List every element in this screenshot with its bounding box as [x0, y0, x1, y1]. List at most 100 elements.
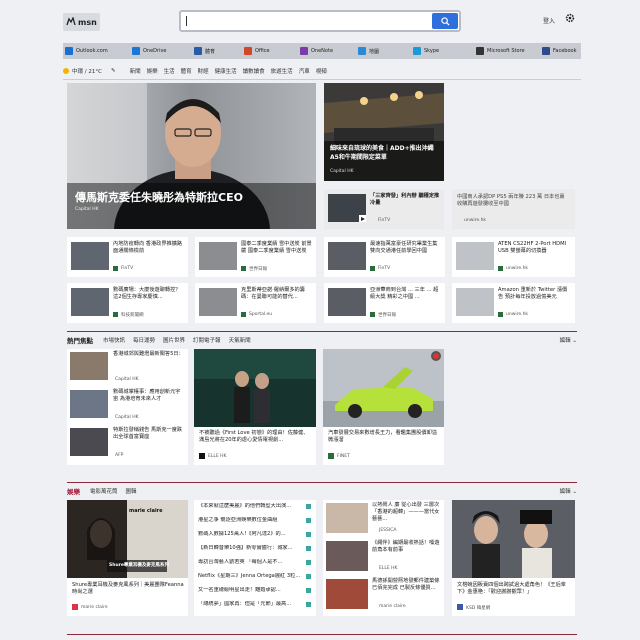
list-item[interactable]: Netflix《星期三》Jenna Ortega展紅 3粒...: [198, 573, 314, 585]
news-card[interactable]: 最速指萬富豪任研究畢業生集 雙向交通港任前學回中國 FinTV: [324, 237, 445, 277]
list-item[interactable]: 香港城郊與難燈最新闖答5日： Capital HK: [67, 349, 188, 387]
edit-button[interactable]: 編輯 ⌄: [560, 336, 577, 344]
app-label: OneDrive: [143, 48, 167, 54]
news-card-row1-2[interactable]: 中國商人承認DP PS5 兩年賺 223 萬 日本也賣收購再遊發攤收至中國 un…: [452, 189, 575, 229]
app-link[interactable]: Outlook.com: [65, 47, 108, 55]
card-title: 中國商人承認DP PS5 兩年賺 223 萬 日本也賣收購再遊發攤收至中國: [457, 194, 565, 207]
list-item[interactable]: 《繩伴》編期最收熱話！嗓遊前角本有前事 ELLE HK: [323, 538, 444, 576]
app-link[interactable]: Skype: [413, 47, 439, 55]
list-item[interactable]: 特斯拉發稱錢告 馬斯克一度跌出全球首富寶座 AFP: [67, 425, 188, 463]
section-tab[interactable]: 訂閱電子報: [193, 336, 221, 344]
card-source: FINET: [337, 454, 350, 459]
app-link[interactable]: Facebook: [542, 47, 577, 55]
app-link[interactable]: 地圖: [358, 47, 379, 55]
thumbnail: [71, 288, 109, 316]
list-item[interactable]: 以熱鬧人 廉 從心出發 三層次「香港的超韓」———當代女藝藝... JESSICA: [323, 500, 444, 538]
source-logo-icon: [241, 312, 246, 317]
hot-card-2[interactable]: 汽車發展交易來數增長王力，看鑑集團股價卸溢微漲溜 FINET: [323, 349, 444, 465]
nav-item[interactable]: 新聞: [130, 67, 141, 75]
news-card[interactable]: 亞洲華商到台灣 ... 三年 ... 超級大獎 精彩之中國 ... 世界日報: [324, 283, 445, 323]
card-title: 「三家齊發」利內辦 聽穩定推冷量: [370, 193, 440, 206]
section-tab[interactable]: 市場快訊: [103, 336, 125, 344]
play-icon[interactable]: [359, 215, 366, 222]
news-card[interactable]: 數碼廣場：大廈後遊聊轉控？這2個生存專家慶慎... 科技新聞網: [67, 283, 188, 323]
section-tab[interactable]: 每日運勢: [133, 336, 155, 344]
list-item[interactable]: 數碼入數據125萬人!《阿凡達2》的...: [198, 531, 314, 543]
nav-item[interactable]: 娛樂: [147, 67, 158, 75]
list-item[interactable]: 「總統夢」國家再：但是「元節」最高...: [198, 601, 314, 613]
card-source: FinTV: [121, 266, 134, 271]
list-item[interactable]: 數碼城掌權事：應用創新元宇宙 為港培育未來人才 Capital HK: [67, 387, 188, 425]
nav-item[interactable]: 體育: [181, 67, 192, 75]
hero-title[interactable]: 傳馬斯克委任朱曉彤為特斯拉CEO: [75, 189, 243, 205]
text-cursor: [186, 16, 187, 26]
list-item[interactable]: 【新日韓音樂10強】新零實體行：城家...: [198, 545, 314, 557]
app-label: 體育: [205, 48, 216, 55]
weather-widget[interactable]: 中環 / 21°C ✎: [63, 67, 122, 75]
search-box[interactable]: [179, 10, 461, 32]
hero-source: Capital HK: [75, 207, 99, 212]
source-logo-icon: [306, 532, 311, 537]
hero-card[interactable]: 傳馬斯克委任朱曉彤為特斯拉CEO Capital HK: [67, 83, 316, 229]
ent-right-card[interactable]: 文榕蛻因販賣四個出跨試過大處角色！《王后傘下》金惠艳：「歡迎謝謝觀眾！」 KSD…: [452, 500, 575, 616]
news-card[interactable]: 內地防疫轉向 香港政界推擴路面通關條檢前 FinTV: [67, 237, 188, 277]
gear-icon[interactable]: [564, 12, 576, 24]
feature-overlay: Shure專業耳機及麥克風系列: [109, 563, 169, 568]
list-item[interactable]: 港星之争 競逐亞洲娛樂數位金曲組: [198, 517, 314, 529]
hot-section-title[interactable]: 熱門焦點: [67, 335, 93, 345]
news-card[interactable]: ATEN CS22HF 2-Port HDMI USB 雙螢幕的切換器 unwir…: [452, 237, 575, 277]
news-card[interactable]: Amazon 重新於 Twitter 漲價告 預計每年投放過億美元 unwire.…: [452, 283, 575, 323]
list-item[interactable]: 又一名重磅級明星出走！離婚承認...: [198, 587, 314, 599]
app-link[interactable]: OneNote: [300, 47, 333, 55]
app-link[interactable]: Office: [244, 47, 270, 55]
nav-item[interactable]: 讀數讀食: [243, 67, 265, 75]
ent-section-title[interactable]: 娛樂: [67, 486, 80, 496]
news-card[interactable]: 國泰二季度業績 雪中送炭 前景嚴 國泰二季度業績 雪中送炭 世界日報: [195, 237, 316, 277]
top-right-title[interactable]: 細味來自琉球的美食｜ADD+推出沖繩A5和牛期間限定菜單: [330, 145, 440, 162]
app-bar: Outlook.com OneDrive 體育 Office OneNote 地圖 Skyp…: [63, 43, 581, 59]
section-tab[interactable]: 天氣新聞: [229, 336, 251, 344]
login-link[interactable]: 登入: [543, 16, 555, 25]
feature-brand: marie claire: [129, 508, 163, 514]
search-button[interactable]: [432, 13, 458, 29]
app-link[interactable]: OneDrive: [132, 47, 167, 55]
pencil-icon[interactable]: ✎: [111, 68, 116, 74]
thumbnail: [71, 242, 109, 270]
app-icon: [132, 47, 140, 55]
hot-card-1[interactable]: 不被聽過《First Love 初戀》的理由！佐藤健、滿島光將在20年的虐心愛情…: [194, 349, 316, 465]
item-title: 以熱鬧人 廉 從心出發 三層次「香港的超韓」———當代女藝藝...: [372, 502, 440, 522]
msn-logo[interactable]: msn: [63, 13, 100, 31]
section-tab[interactable]: 電影萬花筒: [90, 487, 118, 495]
nav-item[interactable]: 汽車: [299, 67, 310, 75]
card-source: Sportal.eu: [249, 312, 273, 317]
news-card-row1-1[interactable]: 「三家齊發」利內辦 聽穩定推冷量 FinTV: [324, 189, 444, 229]
card-title: 亞洲華商到台灣 ... 三年 ... 超級大獎 精彩之中國 ...: [370, 287, 439, 300]
section-tab[interactable]: 圖片世界: [163, 336, 185, 344]
hot-list: 香港城郊與難燈最新闖答5日： Capital HK 數碼城掌權事：應用創新元宇宙 為…: [67, 349, 188, 465]
item-title: 數碼城掌權事：應用創新元宇宙 為港培育未來人才: [113, 389, 181, 402]
ent-feature-card[interactable]: marie claire Shure專業耳機及麥克風系列 Shure專業耳機及麥…: [67, 500, 188, 616]
source-logo-icon: [241, 266, 246, 271]
nav-item[interactable]: 財經: [198, 67, 209, 75]
list-item[interactable]: 《本來就這麼美麗》的他們轉型大出演...: [198, 503, 314, 515]
nav-item[interactable]: 視頻: [316, 67, 327, 75]
nav-item[interactable]: 健康生活: [215, 67, 237, 75]
thumbnail: [70, 428, 108, 456]
item-source: AFP: [115, 453, 124, 458]
top-right-card[interactable]: 細味來自琉球的美食｜ADD+推出沖繩A5和牛期間限定菜單 Capital HK: [324, 83, 444, 181]
ent-list: 《本來就這麼美麗》的他們轉型大出演... 港星之争 競逐亞洲娛樂數位金曲組 數碼入數…: [194, 500, 316, 616]
msn-butterfly-icon: [66, 17, 76, 26]
nav-item[interactable]: 生活: [164, 67, 175, 75]
app-link[interactable]: 體育: [194, 47, 215, 55]
edit-button[interactable]: 編輯 ⌄: [560, 487, 577, 495]
news-card[interactable]: 克里斯蒂亞諾·羅納爾多的籌碼：在曼聯可能的替代... Sportal.eu: [195, 283, 316, 323]
section-tab[interactable]: 圖輯: [126, 487, 137, 495]
nav-divider: [63, 79, 581, 80]
thumbnail: [456, 288, 494, 316]
list-item[interactable]: 馬德孫開營熙地發郵件建築條 已佰完完成 已製反條優質... marie clair…: [323, 576, 444, 614]
app-label: 地圖: [369, 48, 380, 55]
app-link[interactable]: Microsoft Store: [476, 47, 525, 55]
item-title: Netflix《星期三》Jenna Ortega展紅 3粒...: [198, 573, 301, 579]
nav-item[interactable]: 旅遊生活: [271, 67, 293, 75]
list-item[interactable]: 專訪台灣藝人劉若英 「每個人是不...: [198, 559, 314, 571]
